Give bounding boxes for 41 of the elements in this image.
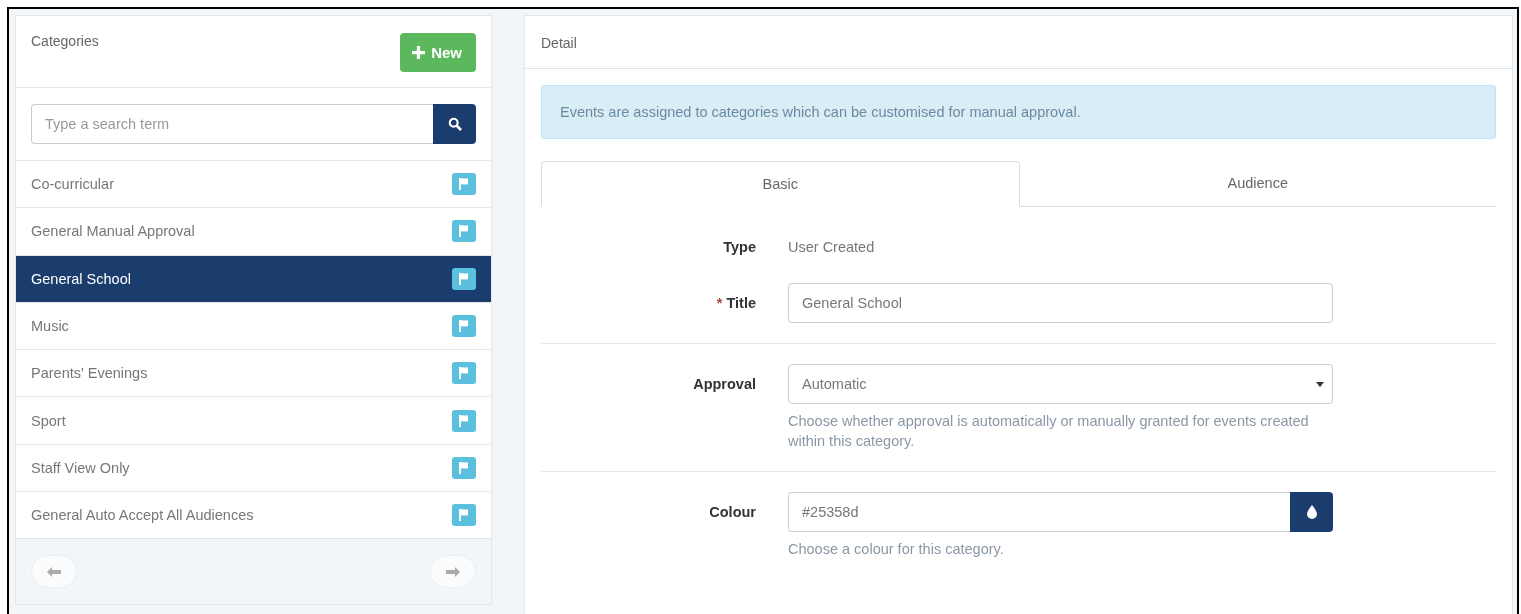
flag-icon xyxy=(452,315,476,338)
tab[interactable]: Audience xyxy=(1019,161,1496,205)
category-item[interactable]: Co-curricular xyxy=(16,161,491,209)
field-value: User Created xyxy=(788,238,876,257)
category-item[interactable]: Parents' Evenings xyxy=(16,350,491,398)
new-button[interactable]: New xyxy=(400,33,476,72)
search-button[interactable] xyxy=(433,104,476,144)
flag-icon xyxy=(452,362,476,385)
field-label: Title xyxy=(726,295,756,311)
left-arrow-icon xyxy=(47,565,61,578)
field-label: Approval xyxy=(693,376,756,392)
category-item[interactable]: Sport xyxy=(16,397,491,445)
category-item[interactable]: General Manual Approval xyxy=(16,208,491,256)
title-field[interactable]: General School xyxy=(788,283,1333,323)
help-text: Choose whether approval is automatically or manually granted for events created within this category. xyxy=(788,412,1310,451)
flag-icon xyxy=(452,220,476,243)
field-label: Colour xyxy=(709,504,756,520)
field-label: Type xyxy=(723,239,756,255)
colour-picker-button[interactable] xyxy=(1290,492,1333,532)
category-item[interactable]: Music xyxy=(16,302,491,351)
panel-title: Categories xyxy=(31,33,99,49)
flag-icon xyxy=(452,504,476,527)
drop-icon xyxy=(1306,505,1317,519)
flag-icon xyxy=(452,267,476,290)
category-item[interactable]: Staff View Only xyxy=(16,444,491,493)
info-alert: Events are assigned to categories which can be customised for manual approval. xyxy=(541,85,1496,139)
caret-icon xyxy=(1316,381,1324,387)
plus-icon xyxy=(412,46,426,59)
tab[interactable]: Basic xyxy=(541,161,1020,207)
colour-field[interactable]: #25358d xyxy=(788,492,1290,532)
panel-title: Detail xyxy=(541,35,577,51)
flag-icon xyxy=(452,456,476,479)
search-icon xyxy=(447,117,462,131)
search-field[interactable]: Type a search term xyxy=(31,104,433,144)
help-text: Choose a colour for this category. xyxy=(788,540,1005,559)
right-arrow-icon xyxy=(446,565,460,578)
category-item[interactable]: General School xyxy=(16,255,491,303)
approval-dropdown[interactable]: Automatic xyxy=(788,364,1333,404)
flag-icon xyxy=(452,409,476,432)
required-marker: * xyxy=(716,295,723,311)
flag-icon xyxy=(452,173,476,196)
